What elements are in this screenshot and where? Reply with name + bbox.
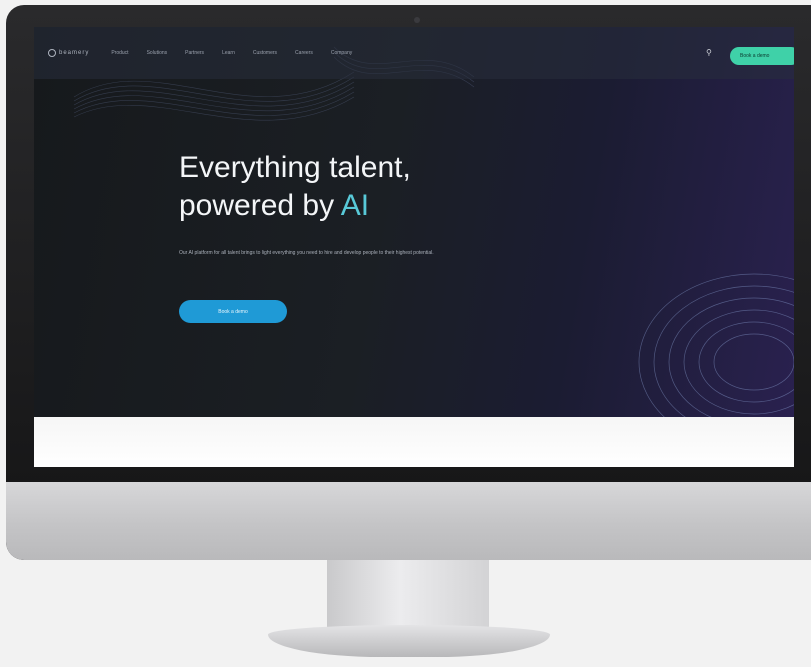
- hero-title: Everything talent, powered by AI: [179, 149, 411, 225]
- monitor-stand-base: [268, 625, 550, 657]
- nav-link-learn[interactable]: Learn: [222, 50, 235, 56]
- monitor-stand-neck: [327, 560, 489, 630]
- top-navigation: beamery Product Solutions Partners Learn…: [34, 27, 794, 79]
- nav-links: Product Solutions Partners Learn Custome…: [111, 50, 352, 56]
- hero-title-line2: powered by: [179, 189, 341, 222]
- search-icon[interactable]: ⚲: [706, 49, 714, 57]
- hero-title-line1: Everything talent,: [179, 151, 411, 184]
- nav-link-solutions[interactable]: Solutions: [147, 50, 168, 56]
- website-screen: beamery Product Solutions Partners Learn…: [34, 27, 794, 467]
- nav-link-careers[interactable]: Careers: [295, 50, 313, 56]
- hero-cta-button[interactable]: Book a demo: [179, 300, 287, 323]
- logo[interactable]: beamery: [48, 49, 89, 57]
- logo-text: beamery: [59, 50, 90, 56]
- nav-link-company[interactable]: Company: [331, 50, 352, 56]
- nav-link-product[interactable]: Product: [111, 50, 128, 56]
- camera-icon: [414, 17, 420, 23]
- hero-subtitle: Our AI platform for all talent brings to…: [179, 250, 434, 256]
- logo-mark-icon: [48, 49, 56, 57]
- nav-link-customers[interactable]: Customers: [253, 50, 277, 56]
- nav-cta-button[interactable]: Book a demo: [730, 47, 794, 65]
- hero-title-accent: AI: [340, 189, 370, 222]
- nav-link-partners[interactable]: Partners: [185, 50, 204, 56]
- monitor: beamery Product Solutions Partners Learn…: [6, 5, 811, 560]
- monitor-chin: [6, 482, 811, 560]
- content-section-strip: [34, 417, 794, 467]
